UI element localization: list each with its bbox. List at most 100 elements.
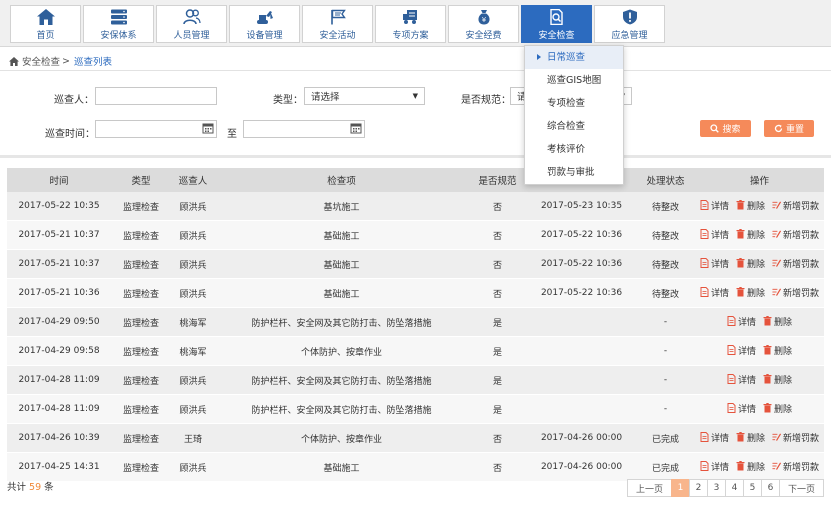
fine-action[interactable]: 新增罚款 bbox=[772, 431, 819, 444]
cell-deadline bbox=[527, 394, 636, 424]
delete-action[interactable]: 删除 bbox=[763, 373, 792, 386]
cell-inspector: 顾洪兵 bbox=[171, 278, 215, 308]
dropdown-item-0[interactable]: 日常巡查 bbox=[525, 46, 623, 69]
page-button-6[interactable]: 6 bbox=[760, 479, 780, 497]
dropdown-item-2[interactable]: 专项检查 bbox=[525, 92, 623, 115]
nav-item-label: 安全经费 bbox=[465, 30, 502, 41]
cell-status: 待整改 bbox=[636, 220, 695, 250]
cell-type: 监理检查 bbox=[111, 278, 171, 308]
column-header: 类型 bbox=[111, 168, 171, 192]
type-select[interactable]: 请选择 ▼ bbox=[304, 87, 425, 105]
delete-action[interactable]: 删除 bbox=[736, 228, 765, 241]
row-actions: 详情 删除 新增罚款 bbox=[700, 286, 819, 299]
cell-item: 个体防护、按章作业 bbox=[215, 336, 468, 366]
page-button-3[interactable]: 3 bbox=[706, 479, 726, 497]
shield-alert-icon bbox=[620, 8, 640, 26]
time-from-input[interactable] bbox=[95, 120, 217, 138]
table-row: 2017-04-29 09:50 监理检查 桃海军 防护栏杆、安全网及其它防打击、防坠… bbox=[7, 307, 824, 337]
nav-item-7[interactable]: 安全检查 bbox=[521, 5, 592, 43]
row-actions: 详情 删除 bbox=[727, 344, 792, 357]
nav-item-3[interactable]: 设备管理 bbox=[229, 5, 300, 43]
divider bbox=[0, 155, 831, 158]
search-button[interactable]: 搜索 bbox=[700, 120, 751, 137]
delete-action[interactable]: 删除 bbox=[763, 315, 792, 328]
page-button-1[interactable]: 1 bbox=[670, 479, 690, 497]
fine-action[interactable]: 新增罚款 bbox=[772, 257, 819, 270]
delete-action[interactable]: 删除 bbox=[763, 344, 792, 357]
time-to-input[interactable] bbox=[243, 120, 365, 138]
detail-action[interactable]: 详情 bbox=[700, 431, 729, 444]
fine-action[interactable]: 新增罚款 bbox=[772, 286, 819, 299]
fine-action[interactable]: 新增罚款 bbox=[772, 228, 819, 241]
nav-item-1[interactable]: 安保体系 bbox=[83, 5, 154, 43]
fine-action-label: 新增罚款 bbox=[783, 288, 820, 299]
delete-action[interactable]: 删除 bbox=[736, 199, 765, 212]
delete-action-label: 删除 bbox=[774, 375, 793, 386]
next-page-button[interactable]: 下一页 bbox=[778, 479, 824, 497]
document-icon bbox=[727, 316, 736, 327]
delete-action[interactable]: 删除 bbox=[763, 402, 792, 415]
detail-action[interactable]: 详情 bbox=[700, 228, 729, 241]
nav-item-0[interactable]: 首页 bbox=[10, 5, 81, 43]
caret-down-icon: ▼ bbox=[412, 92, 418, 100]
detail-action-label: 详情 bbox=[710, 433, 729, 444]
nav-item-8[interactable]: 应急管理 bbox=[594, 5, 665, 43]
cell-inspector: 顾洪兵 bbox=[171, 220, 215, 250]
detail-action[interactable]: 详情 bbox=[700, 286, 729, 299]
trash-icon bbox=[763, 403, 772, 413]
nav-item-6[interactable]: ¥ 安全经费 bbox=[448, 5, 519, 43]
detail-action[interactable]: 详情 bbox=[700, 199, 729, 212]
cell-status: 待整改 bbox=[636, 278, 695, 308]
detail-action[interactable]: 详情 bbox=[727, 344, 756, 357]
detail-action[interactable]: 详情 bbox=[700, 460, 729, 473]
dropdown-item-3[interactable]: 综合检查 bbox=[525, 115, 623, 138]
time-from-wrapper bbox=[95, 120, 217, 138]
trash-icon bbox=[763, 316, 772, 326]
cell-time: 2017-05-21 10:37 bbox=[7, 220, 111, 250]
flag-icon bbox=[328, 8, 348, 26]
cell-inspector: 王琦 bbox=[171, 423, 215, 453]
cell-item: 基坑施工 bbox=[215, 192, 468, 221]
dropdown-item-4[interactable]: 考核评价 bbox=[525, 138, 623, 161]
cell-item: 防护栏杆、安全网及其它防打击、防坠落措施 bbox=[215, 394, 468, 424]
calendar-icon[interactable] bbox=[202, 122, 214, 134]
delete-action[interactable]: 删除 bbox=[736, 431, 765, 444]
page-button-5[interactable]: 5 bbox=[742, 479, 762, 497]
detail-action[interactable]: 详情 bbox=[727, 315, 756, 328]
delete-action-label: 删除 bbox=[746, 259, 765, 270]
cell-actions: 详情 删除 新增罚款 bbox=[695, 278, 824, 308]
delete-action[interactable]: 删除 bbox=[736, 257, 765, 270]
nav-item-2[interactable]: 人员管理 bbox=[156, 5, 227, 43]
reset-button[interactable]: 重置 bbox=[764, 120, 814, 137]
trash-icon bbox=[736, 200, 745, 210]
cell-actions: 详情 删除 新增罚款 bbox=[695, 220, 824, 250]
delete-action[interactable]: 删除 bbox=[736, 460, 765, 473]
breadcrumb-parent[interactable]: 安全检查 bbox=[22, 54, 60, 68]
calendar-icon[interactable] bbox=[350, 122, 362, 134]
cell-deadline bbox=[527, 307, 636, 337]
nav-item-label: 安全活动 bbox=[319, 30, 356, 41]
detail-action[interactable]: 详情 bbox=[700, 257, 729, 270]
detail-action[interactable]: 详情 bbox=[727, 373, 756, 386]
prev-page-button[interactable]: 上一页 bbox=[626, 479, 672, 497]
fine-action[interactable]: 新增罚款 bbox=[772, 199, 819, 212]
dropdown-item-1[interactable]: 巡查GIS地图 bbox=[525, 69, 623, 92]
edit-list-icon bbox=[772, 287, 781, 297]
cell-status: - bbox=[636, 307, 695, 337]
server-icon bbox=[109, 8, 129, 26]
page-button-2[interactable]: 2 bbox=[688, 479, 708, 497]
cell-item: 基础施工 bbox=[215, 452, 468, 482]
fine-action[interactable]: 新增罚款 bbox=[772, 460, 819, 473]
cell-deadline bbox=[527, 336, 636, 366]
dropdown-item-5[interactable]: 罚款与审批 bbox=[525, 161, 623, 184]
cell-time: 2017-04-26 10:39 bbox=[7, 423, 111, 453]
delete-action[interactable]: 删除 bbox=[736, 286, 765, 299]
cell-compliant: 否 bbox=[468, 452, 527, 482]
page-button-4[interactable]: 4 bbox=[724, 479, 744, 497]
inspector-input[interactable] bbox=[95, 87, 217, 105]
nav-item-4[interactable]: 安全活动 bbox=[302, 5, 373, 43]
cell-status: - bbox=[636, 336, 695, 366]
column-header: 操作 bbox=[695, 168, 824, 192]
detail-action[interactable]: 详情 bbox=[727, 402, 756, 415]
nav-item-5[interactable]: 专项方案 bbox=[375, 5, 446, 43]
